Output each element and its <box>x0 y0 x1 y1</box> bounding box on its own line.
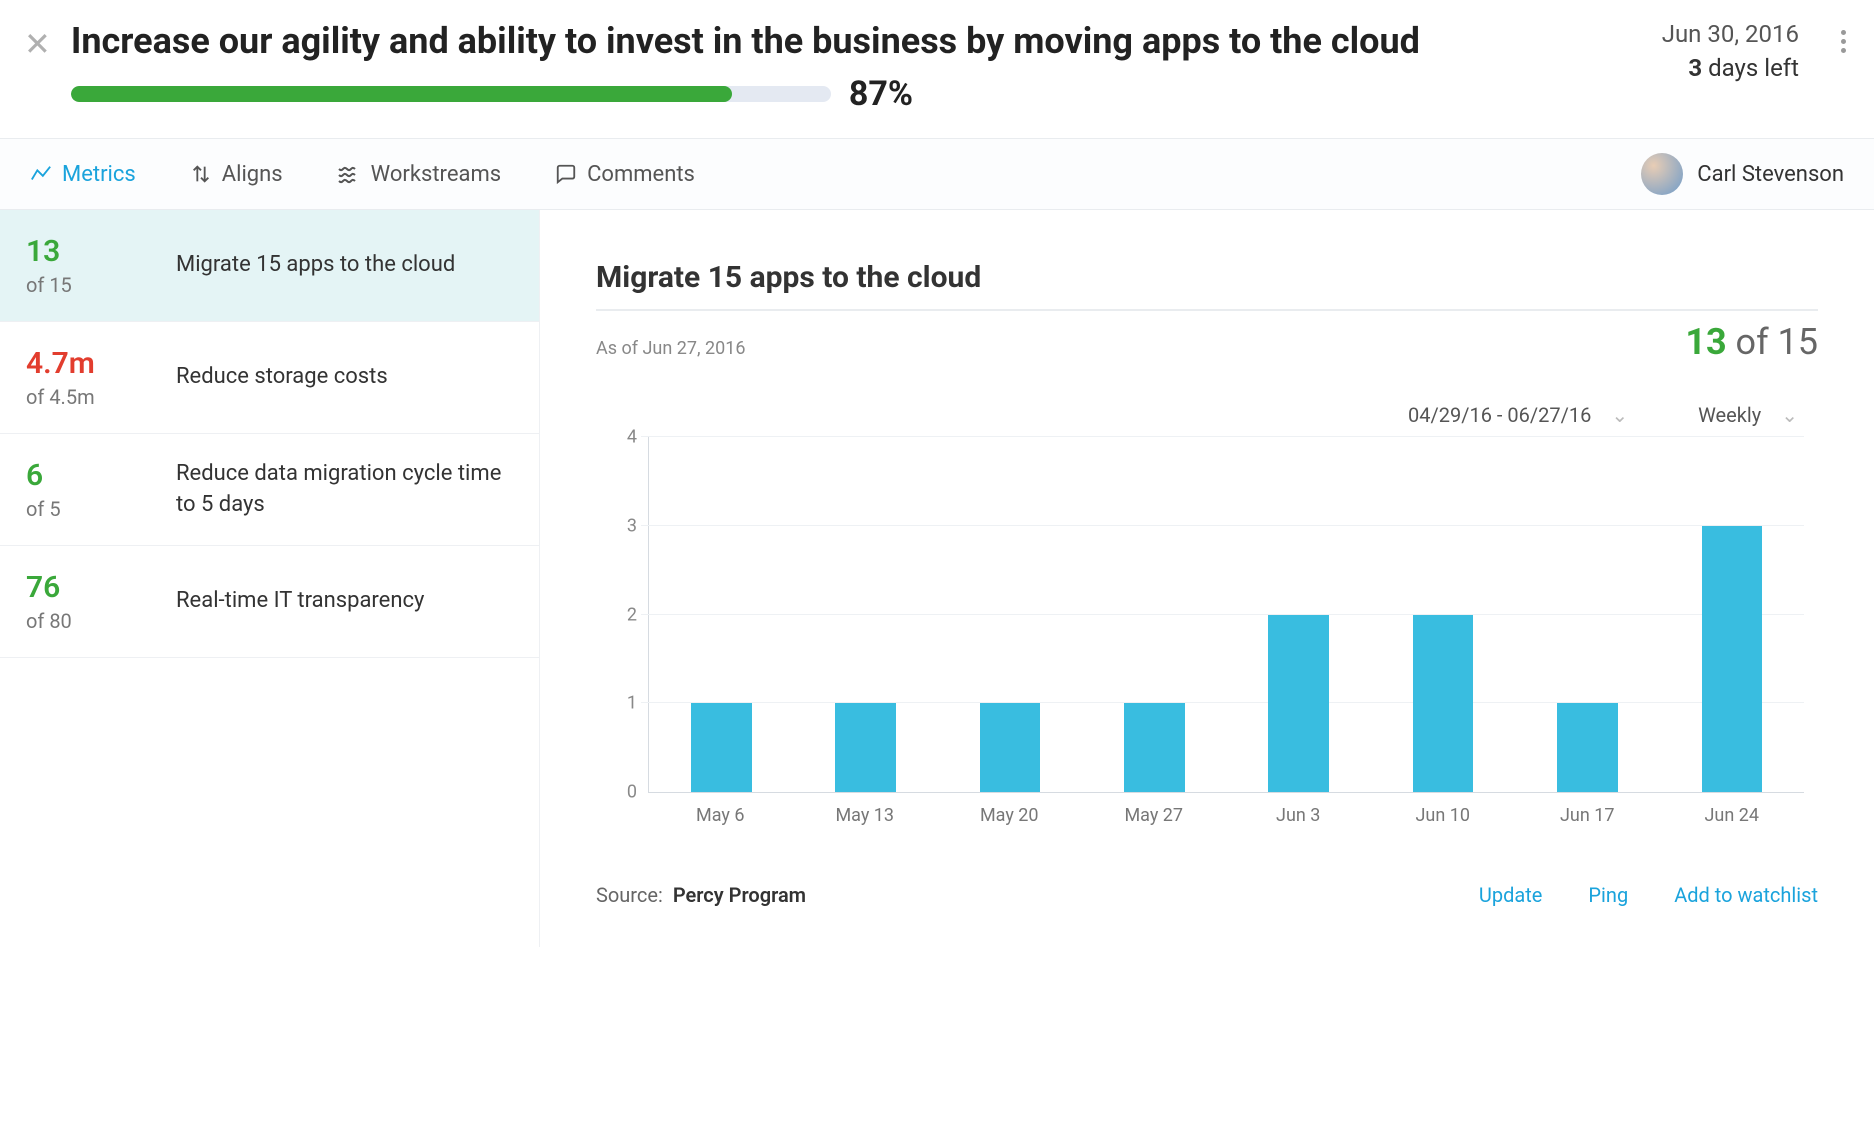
add-watchlist-link[interactable]: Add to watchlist <box>1674 883 1818 907</box>
header: ✕ Increase our agility and ability to in… <box>0 0 1874 138</box>
date-range-selector[interactable]: 04/29/16 - 06/27/16 ⌄ <box>1408 403 1628 427</box>
close-icon[interactable]: ✕ <box>24 28 51 60</box>
owner-name[interactable]: Carl Stevenson <box>1697 162 1844 187</box>
chart-bar <box>1268 615 1329 793</box>
metric-current-of-target: 13 of 15 <box>1685 321 1818 363</box>
days-left: 3 days left <box>1662 54 1799 82</box>
metric-label: Migrate 15 apps to the cloud <box>176 250 517 281</box>
tab-metrics-label: Metrics <box>62 162 136 187</box>
aligns-icon <box>190 163 212 185</box>
x-tick-label: Jun 17 <box>1515 793 1660 837</box>
ping-link[interactable]: Ping <box>1588 883 1628 907</box>
y-tick-label: 4 <box>609 427 637 448</box>
metric-item[interactable]: 13 of 15 Migrate 15 apps to the cloud <box>0 210 539 322</box>
chevron-down-icon: ⌄ <box>1611 403 1628 427</box>
metrics-list: 13 of 15 Migrate 15 apps to the cloud 4.7m o… <box>0 210 540 947</box>
granularity-label: Weekly <box>1698 403 1761 427</box>
tab-bar: Metrics Aligns Workstreams Comments Carl… <box>0 138 1874 210</box>
x-tick-label: May 27 <box>1082 793 1227 837</box>
more-menu-icon[interactable] <box>1841 30 1846 53</box>
date-range-label: 04/29/16 - 06/27/16 <box>1408 403 1591 427</box>
chart-bar <box>1413 615 1474 793</box>
metric-value: 4.7m <box>26 346 142 381</box>
tab-aligns-label: Aligns <box>222 162 283 187</box>
chevron-down-icon: ⌄ <box>1781 403 1798 427</box>
x-tick-label: Jun 10 <box>1371 793 1516 837</box>
x-tick-label: May 13 <box>793 793 938 837</box>
y-tick-label: 3 <box>609 515 637 536</box>
chart-bar <box>1124 703 1185 792</box>
x-tick-label: May 6 <box>648 793 793 837</box>
due-date: Jun 30, 2016 <box>1662 20 1799 48</box>
metric-target: of 5 <box>26 497 142 521</box>
goal-title: Increase our agility and ability to inve… <box>71 20 1642 62</box>
metric-item[interactable]: 4.7m of 4.5m Reduce storage costs <box>0 322 539 434</box>
panel-title: Migrate 15 apps to the cloud <box>596 260 1818 311</box>
comments-icon <box>555 163 577 185</box>
y-tick-label: 2 <box>609 604 637 625</box>
metric-target: of 80 <box>26 609 142 633</box>
bar-chart: 01234 May 6May 13May 20May 27Jun 3Jun 10… <box>596 437 1818 837</box>
metric-value: 76 <box>26 570 142 605</box>
metric-value: 6 <box>26 458 142 493</box>
progress-percent: 87% <box>849 74 913 114</box>
owner-avatar[interactable] <box>1641 153 1683 195</box>
tab-comments[interactable]: Comments <box>555 162 695 187</box>
chart-bar <box>691 703 752 792</box>
workstreams-icon <box>337 163 361 185</box>
source-label: Source: <box>596 883 663 907</box>
tab-comments-label: Comments <box>587 162 695 187</box>
metric-item[interactable]: 6 of 5 Reduce data migration cycle time to… <box>0 434 539 546</box>
metric-item[interactable]: 76 of 80 Real-time IT transparency <box>0 546 539 658</box>
as-of-date: As of Jun 27, 2016 <box>596 338 745 359</box>
x-tick-label: Jun 24 <box>1660 793 1805 837</box>
update-link[interactable]: Update <box>1479 883 1543 907</box>
tab-workstreams-label: Workstreams <box>371 162 501 187</box>
metric-value: 13 <box>26 234 142 269</box>
chart-bar <box>835 703 896 792</box>
x-tick-label: May 20 <box>937 793 1082 837</box>
progress-bar <box>71 86 831 102</box>
granularity-selector[interactable]: Weekly ⌄ <box>1698 403 1798 427</box>
chart-bar <box>1702 526 1763 792</box>
tab-workstreams[interactable]: Workstreams <box>337 162 501 187</box>
y-tick-label: 1 <box>609 693 637 714</box>
source-name: Percy Program <box>673 883 806 907</box>
chart-bar <box>1557 703 1618 792</box>
metric-label: Reduce data migration cycle time to 5 da… <box>176 459 517 521</box>
metric-label: Reduce storage costs <box>176 362 517 393</box>
metrics-icon <box>30 163 52 185</box>
tab-aligns[interactable]: Aligns <box>190 162 283 187</box>
metric-target: of 15 <box>26 273 142 297</box>
tab-metrics[interactable]: Metrics <box>30 162 136 187</box>
y-tick-label: 0 <box>609 782 637 803</box>
metric-target: of 4.5m <box>26 385 142 409</box>
x-tick-label: Jun 3 <box>1226 793 1371 837</box>
metric-label: Real-time IT transparency <box>176 586 517 617</box>
chart-bar <box>980 703 1041 792</box>
metric-detail-panel: Migrate 15 apps to the cloud As of Jun 2… <box>540 210 1874 947</box>
